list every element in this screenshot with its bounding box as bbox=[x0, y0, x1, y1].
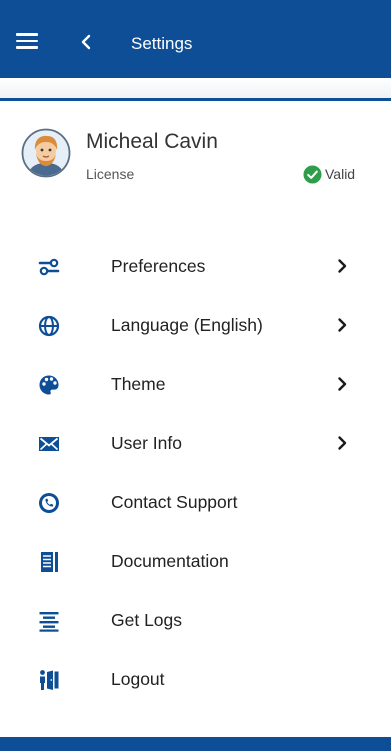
menu-item-language[interactable]: Language (English) bbox=[0, 303, 391, 347]
logs-icon bbox=[39, 612, 59, 632]
user-name: Micheal Cavin bbox=[86, 130, 218, 153]
user-avatar-icon bbox=[21, 128, 71, 178]
chevron-right-icon bbox=[338, 436, 347, 450]
chevron-left-icon[interactable] bbox=[78, 33, 94, 51]
globe-icon bbox=[38, 315, 60, 337]
header-divider bbox=[0, 98, 391, 101]
menu-item-label: Get Logs bbox=[111, 610, 183, 630]
menu-item-label: Logout bbox=[111, 669, 165, 689]
menu-item-contact-support[interactable]: Contact Support bbox=[0, 480, 391, 524]
bottom-bar bbox=[0, 737, 391, 751]
chevron-right-icon bbox=[338, 259, 347, 273]
menu-item-preferences[interactable]: Preferences bbox=[0, 244, 391, 288]
menu-item-label: Language (English) bbox=[111, 315, 263, 335]
menu-item-documentation[interactable]: Documentation bbox=[0, 539, 391, 583]
license-status-badge: Valid bbox=[303, 164, 355, 184]
hamburger-menu-icon[interactable] bbox=[16, 33, 38, 49]
app-bar: Settings bbox=[0, 0, 391, 78]
menu-item-logout[interactable]: Logout bbox=[0, 657, 391, 701]
menu-item-theme[interactable]: Theme bbox=[0, 362, 391, 406]
envelope-icon bbox=[39, 437, 59, 451]
license-status-text: Valid bbox=[325, 166, 356, 182]
palette-icon bbox=[39, 375, 59, 395]
menu-item-label: Contact Support bbox=[111, 492, 238, 512]
menu-item-label: User Info bbox=[111, 433, 182, 453]
document-icon bbox=[41, 552, 58, 572]
license-label: License bbox=[86, 166, 135, 182]
sliders-icon bbox=[38, 258, 60, 276]
header-shadow bbox=[0, 78, 391, 98]
chevron-right-icon bbox=[338, 318, 347, 332]
logout-icon bbox=[40, 670, 59, 690]
check-circle-icon bbox=[303, 164, 322, 184]
page-title: Settings bbox=[131, 34, 193, 53]
support-phone-icon bbox=[39, 493, 59, 513]
menu-item-get-logs[interactable]: Get Logs bbox=[0, 598, 391, 642]
menu-item-label: Preferences bbox=[111, 256, 206, 276]
chevron-right-icon bbox=[338, 377, 347, 391]
menu-item-user-info[interactable]: User Info bbox=[0, 421, 391, 465]
menu-item-label: Theme bbox=[111, 374, 166, 394]
menu-item-label: Documentation bbox=[111, 551, 229, 571]
